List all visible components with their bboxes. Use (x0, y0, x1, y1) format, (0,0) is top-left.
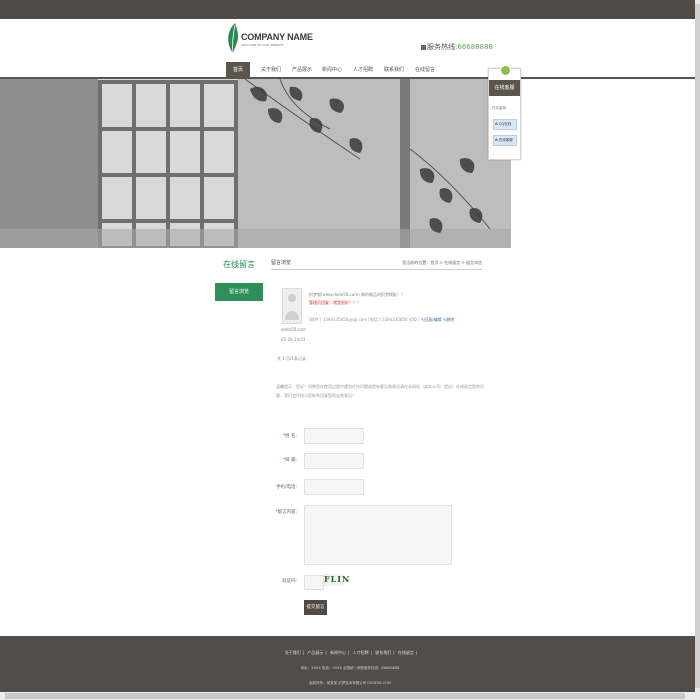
page-title: 留言浏览 (271, 260, 292, 266)
captcha-label: 验证码： (282, 579, 300, 584)
breadcrumb[interactable]: 您当前的位置：首页 > 在线留言 > 留言浏览 (402, 260, 482, 266)
footer-link-jobs[interactable]: 人才招聘 (353, 650, 369, 655)
vertical-scroll-thumb[interactable] (695, 4, 700, 688)
footer-link-contact[interactable]: 联系我们 (375, 650, 391, 655)
footer-copyright: 版权所有：某某某 织梦技术有限公司 DEDE58.COM (309, 681, 391, 685)
horizontal-scrollbar[interactable] (0, 692, 700, 700)
submit-button[interactable]: 提交留言 (304, 600, 327, 615)
email-field[interactable] (304, 453, 364, 469)
nav-item-contact[interactable]: 联系我们 (380, 62, 408, 78)
horizontal-scroll-thumb[interactable] (5, 693, 685, 699)
entry-contact-text: [邮件:] 3394335856@qq.com [电话:] 3394335856… (309, 317, 420, 322)
online-service-label: 在线客服 (498, 138, 513, 142)
nav-item-guestbook[interactable]: 在线留言 (411, 62, 439, 78)
footer-link-guestbook[interactable]: 在线留言 (398, 650, 414, 655)
email-label: *邮 箱： (282, 458, 300, 463)
nav-item-products[interactable]: 产品展示 (288, 62, 316, 78)
entry-date: 05-26 14:03 (281, 337, 306, 342)
footer-link-products[interactable]: 产品展示 (307, 650, 323, 655)
logo-name: COMPANY NAME (241, 32, 313, 42)
footer-link-news[interactable]: 新闻中心 (330, 650, 346, 655)
nav-item-jobs[interactable]: 人才招聘 (349, 62, 377, 78)
nav-item-about[interactable]: 关于我们 (257, 62, 285, 78)
online-service-panel: 在线客服 在线客服 AQQ在线 A在线客服 (488, 65, 521, 160)
entry-user: dede58.com (281, 327, 306, 332)
notice-text: 温馨提示：您好！如果您在使用过程中遇到任何问题或是有意见和建议请在本网站（或本公… (276, 384, 484, 398)
company-logo[interactable]: COMPANY NAME WELCOME TO OUR WEBSITE (226, 22, 316, 56)
nav-item-home[interactable]: 首页 (226, 62, 250, 78)
phone-icon (421, 44, 426, 50)
entry-message: 织梦猫(www.dede58.com) 做的最品的织梦模板！！ (309, 292, 406, 297)
reply-edit-link[interactable]: ✎回复/编辑 (421, 317, 442, 322)
hero-banner (0, 79, 511, 248)
logo-tagline: WELCOME TO OUR WEBSITE (241, 43, 284, 47)
footer-link-about[interactable]: 关于我们 (285, 650, 301, 655)
captcha-text: FLIN (324, 574, 351, 584)
service-title: 在线客服 (489, 80, 520, 96)
hotline: 服务热线:66688888 (421, 42, 493, 52)
avatar (282, 288, 302, 324)
avatar-silhouette-icon (285, 294, 299, 320)
qq-icon: A (495, 122, 498, 126)
chat-icon: A (495, 138, 498, 142)
content-header: 留言浏览 您当前的位置：首页 > 在线留言 > 留言浏览 (271, 258, 482, 270)
delete-link[interactable]: ✎删除 (443, 317, 454, 322)
leaf-icon (228, 23, 239, 55)
service-label: 在线客服 (492, 106, 506, 110)
main-nav: 首页 关于我们 产品展示 新闻中心 人才招聘 联系我们 在线留言 (226, 62, 511, 78)
top-bar (0, 0, 700, 19)
entry-admin-reply: 管理员回复：就是很好！！！ (309, 300, 361, 305)
sidebar-title: 在线留言 (223, 260, 255, 269)
footer-links: 关于我们 | 产品展示 | 新闻中心 | 人才招聘 | 联系我们 | 在线留言 | (284, 650, 418, 655)
sidebar-item-guestbook-browse[interactable]: 留言浏览 (215, 283, 263, 301)
service-icon (500, 65, 511, 76)
entry-contact-info: [邮件:] 3394335856@qq.com [电话:] 3394335856… (309, 317, 454, 323)
phone-field[interactable] (304, 479, 364, 495)
captcha-input[interactable] (304, 575, 324, 590)
footer-address: 地址：XXXX 电话：XXXX 全国统一销售服务热线：66688888 (300, 666, 400, 670)
phone-label: 手机/电话： (275, 485, 300, 490)
name-label: *姓 名： (282, 434, 300, 439)
vertical-scrollbar[interactable] (695, 0, 700, 692)
online-service-button[interactable]: A在线客服 (493, 135, 517, 146)
nav-item-news[interactable]: 新闻中心 (318, 62, 346, 78)
content-label: *留言内容： (275, 510, 300, 515)
qq-online-button[interactable]: AQQ在线 (493, 119, 517, 130)
hotline-number: 66688888 (457, 43, 493, 51)
hotline-label: 服务热线: (427, 43, 458, 51)
pagination-count: 共 1 页/1条记录 (277, 356, 306, 361)
banner-image (0, 79, 511, 248)
captcha-image[interactable]: FLIN (324, 574, 349, 586)
content-textarea[interactable] (304, 505, 452, 565)
name-field[interactable] (304, 428, 364, 444)
qq-online-label: QQ在线 (498, 122, 512, 126)
